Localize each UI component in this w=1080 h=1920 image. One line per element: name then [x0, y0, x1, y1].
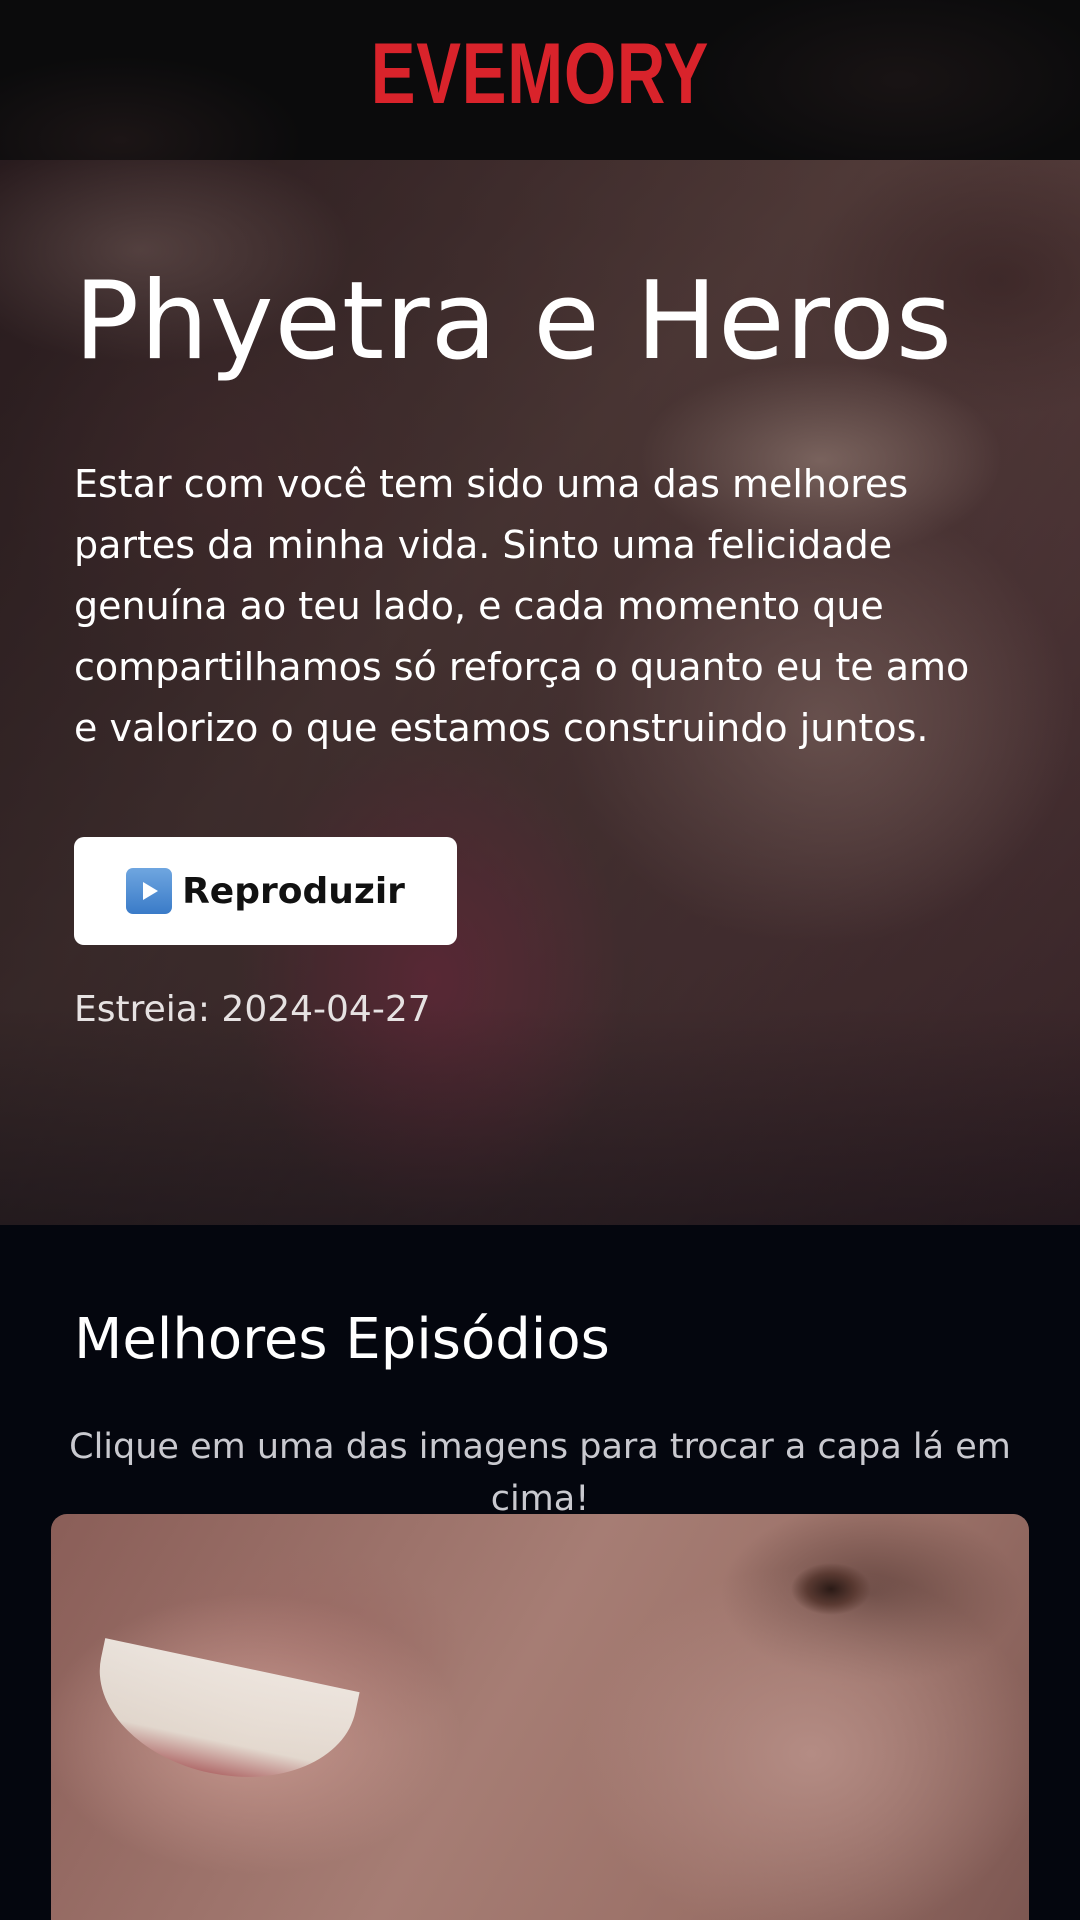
best-episodes-section: Melhores Episódios Clique em uma das ima…: [0, 1225, 1080, 1920]
hero-title: Phyetra e Heros: [74, 259, 953, 384]
play-button[interactable]: Reproduzir: [74, 837, 457, 946]
play-triangle-icon: [143, 882, 159, 901]
episodes-hint: Clique em uma das imagens para trocar a …: [69, 1427, 1011, 1519]
hero-bottom-fade: [0, 1005, 1080, 1225]
brand-logo[interactable]: EVEMORY: [371, 31, 709, 117]
episodes-title: Melhores Episódios: [74, 1307, 610, 1372]
hero-content: Phyetra e Heros Estar com você tem sido …: [74, 259, 994, 1031]
premiere-date: Estreia: 2024-04-27: [74, 989, 431, 1031]
play-button-label: Reproduzir: [182, 870, 405, 912]
hero-description: Estar com você tem sido uma das melhores…: [74, 462, 970, 751]
episode-thumbnail[interactable]: [51, 1514, 1029, 1920]
episode-photo-eye-detail: [751, 1554, 911, 1624]
hero-banner: Phyetra e Heros Estar com você tem sido …: [0, 160, 1080, 1225]
play-icon: [126, 868, 173, 915]
top-header: EVEMORY: [0, 0, 1080, 160]
page: EVEMORY Phyetra e Heros Estar com você t…: [0, 0, 1080, 1920]
